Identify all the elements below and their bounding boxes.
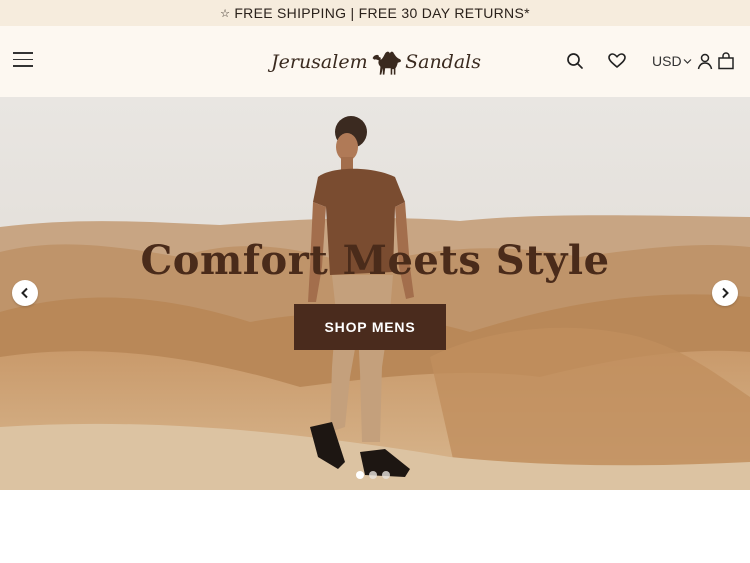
hero-image (0, 97, 750, 490)
camel-logo-icon (372, 51, 401, 75)
user-icon[interactable] (695, 51, 715, 71)
hero-title: Comfort Meets Style (140, 237, 610, 284)
menu-icon[interactable] (13, 52, 33, 70)
chevron-left-icon (21, 287, 28, 299)
site-header: Jerusalem Sandals USD (0, 26, 750, 97)
star-icon: ☆ (220, 7, 231, 20)
prev-slide-button[interactable] (12, 280, 38, 306)
hero-slider: Comfort Meets Style SHOP MENS (0, 97, 750, 490)
shop-mens-button[interactable]: SHOP MENS (294, 304, 446, 350)
bag-icon[interactable] (716, 51, 736, 71)
logo-text-left: Jerusalem (271, 51, 368, 73)
announcement-text: FREE SHIPPING | FREE 30 DAY RETURNS* (234, 5, 530, 21)
chevron-right-icon (722, 287, 729, 299)
heart-icon[interactable] (607, 51, 627, 71)
currency-label: USD (652, 53, 682, 69)
slide-dot-1[interactable] (356, 471, 364, 479)
chevron-down-icon (683, 58, 691, 64)
logo[interactable]: Jerusalem Sandals (271, 43, 481, 81)
logo-text-right: Sandals (405, 51, 481, 73)
slide-dot-3[interactable] (382, 471, 390, 479)
slide-dot-2[interactable] (369, 471, 377, 479)
currency-selector[interactable]: USD (652, 53, 692, 69)
slide-dots (356, 471, 390, 479)
announcement-bar: ☆ FREE SHIPPING | FREE 30 DAY RETURNS* (0, 0, 750, 26)
next-slide-button[interactable] (712, 280, 738, 306)
search-icon[interactable] (565, 51, 585, 71)
